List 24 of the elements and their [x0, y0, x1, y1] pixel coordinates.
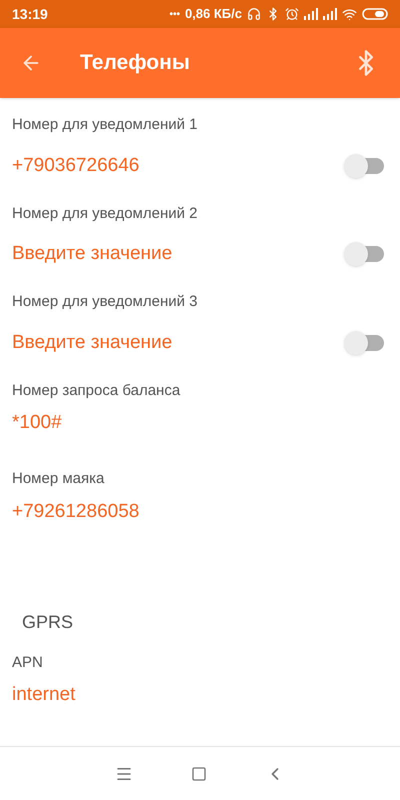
field-value[interactable]: +79261286058	[12, 500, 140, 524]
section-title: GPRS	[21, 610, 74, 634]
alarm-icon	[285, 7, 299, 21]
input-field[interactable]: Введите значение	[12, 330, 272, 354]
input-field[interactable]: Введите значение	[12, 242, 272, 266]
wifi-icon	[342, 6, 357, 22]
field-value[interactable]: internet	[12, 683, 76, 707]
field-label: Номер для уведомлений 2	[11, 204, 199, 224]
signal-icon	[323, 8, 337, 20]
field-label: Номер маяка	[11, 469, 106, 489]
status-time: 13:19	[12, 4, 48, 24]
headphones-icon	[247, 7, 261, 21]
field-label: Номер для уведомлений 3	[11, 292, 199, 312]
field-value[interactable]: *100#	[12, 411, 62, 435]
home-icon[interactable]	[191, 766, 207, 782]
field-label: Номер запроса баланса	[11, 380, 182, 400]
field-value[interactable]: +79036726646	[12, 154, 140, 178]
screen-title: Телефоны	[80, 50, 191, 76]
field-label: APN	[11, 652, 44, 672]
status-dots: •••	[169, 8, 180, 22]
field-label: Номер для уведомлений 1	[11, 115, 199, 135]
network-speed: 0,86 КБ/с	[184, 5, 242, 24]
signal-icon	[304, 8, 318, 20]
battery-icon	[362, 8, 388, 20]
